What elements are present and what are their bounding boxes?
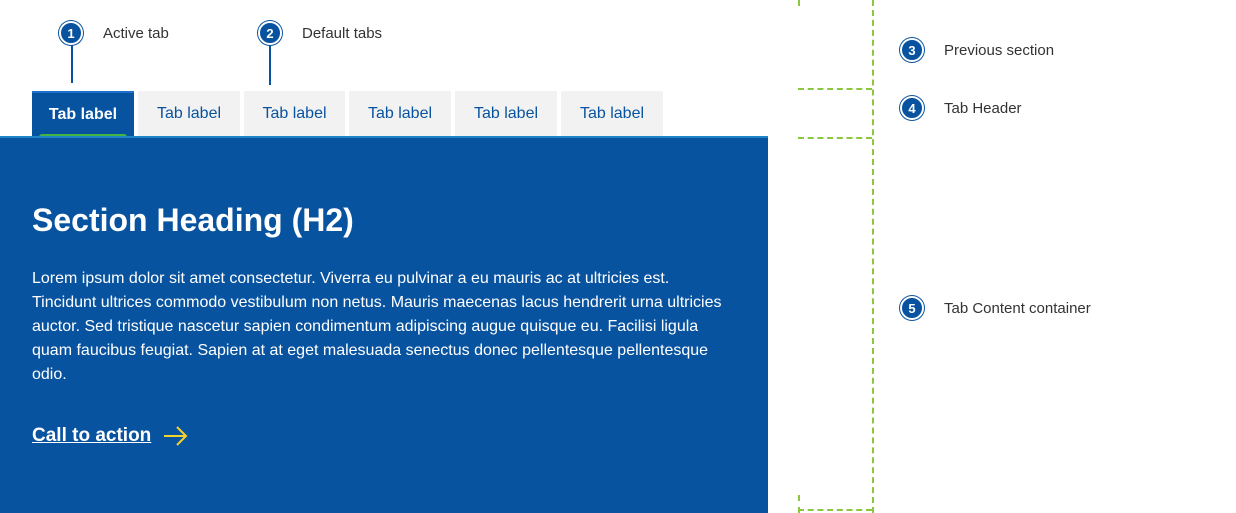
callout-badge-2: 2	[258, 21, 282, 45]
leader-line-1	[71, 45, 73, 83]
tab-label: Tab label	[579, 105, 645, 122]
tab-label: Tab label	[262, 105, 327, 122]
tab-default[interactable]: Tab label	[349, 91, 451, 137]
callout-label-default-tabs: Default tabs	[302, 24, 383, 42]
callout-tab-header: 4 Tab Header	[900, 96, 1022, 120]
call-to-action-link[interactable]: Call to action	[32, 425, 189, 447]
callout-default-tabs: 2 Default tabs	[258, 21, 382, 45]
tab-default[interactable]: Tab label	[138, 91, 240, 137]
tab-header: Tab label Tab label Tab label Tab label …	[32, 91, 667, 139]
section-guide-top-left	[798, 0, 800, 6]
tab-label: Tab label	[48, 106, 118, 123]
section-guide-bottom-left	[798, 495, 800, 513]
callout-badge-4: 4	[900, 96, 924, 120]
tab-label: Tab label	[156, 105, 222, 122]
callout-badge-5: 5	[900, 296, 924, 320]
tab-content-container: Section Heading (H2) Lorem ipsum dolor s…	[0, 138, 768, 513]
leader-line-2	[269, 45, 271, 85]
tab-label: Tab label	[367, 105, 433, 122]
callout-badge-1: 1	[59, 21, 83, 45]
callout-previous-section: 3 Previous section	[900, 38, 1054, 62]
callout-badge-3: 3	[900, 38, 924, 62]
arrow-right-icon	[164, 426, 188, 446]
callout-tab-content: 5 Tab Content container	[900, 296, 1091, 320]
tab-default[interactable]: Tab label	[455, 91, 557, 137]
tab-default[interactable]: Tab label	[244, 91, 345, 137]
section-guide-bottom	[798, 509, 872, 511]
cta-label: Call to action	[32, 425, 152, 446]
section-guide-previous	[798, 88, 872, 90]
tab-default[interactable]: Tab label	[561, 91, 663, 137]
body-text: Lorem ipsum dolor sit amet consectetur. …	[32, 270, 722, 383]
tab-active[interactable]: Tab label	[32, 91, 134, 139]
callout-label-active-tab: Active tab	[103, 24, 169, 42]
section-guide-header	[798, 137, 872, 139]
callout-label-previous-section: Previous section	[944, 41, 1055, 59]
callout-active-tab: 1 Active tab	[59, 21, 169, 45]
section-heading: Section Heading (H2)	[32, 202, 354, 238]
section-guide-vertical	[872, 0, 874, 513]
callout-label-tab-content: Tab Content container	[944, 299, 1091, 317]
callout-label-tab-header: Tab Header	[944, 99, 1022, 117]
tab-label: Tab label	[473, 105, 539, 122]
